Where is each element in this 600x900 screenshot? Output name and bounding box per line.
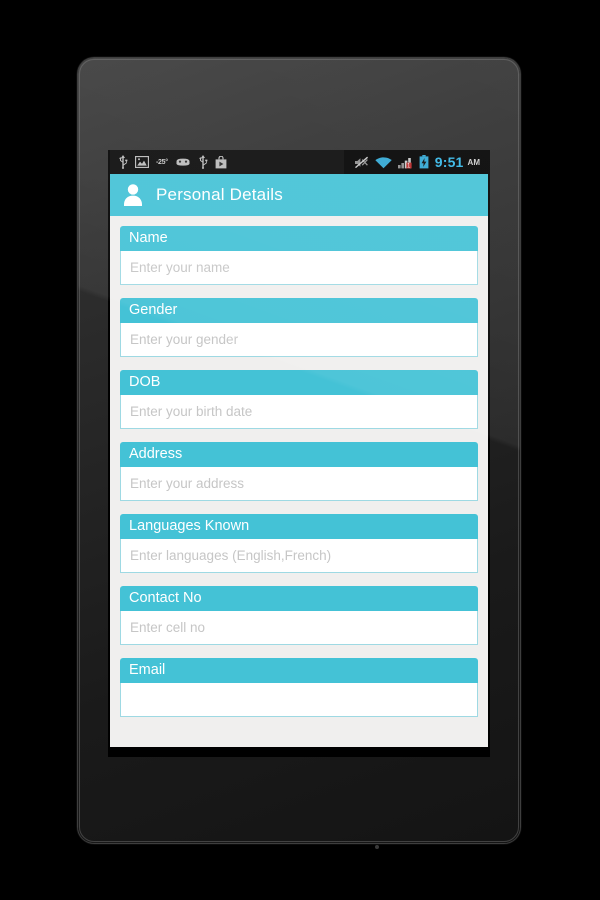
play-store-icon <box>215 155 227 168</box>
field-label: Languages Known <box>120 514 478 539</box>
usb-icon <box>199 155 208 169</box>
action-bar: Personal Details <box>110 174 488 216</box>
field-address: Address Enter your address <box>120 442 478 501</box>
status-bar-left-icons: -25° <box>110 155 344 169</box>
placeholder-text: Enter languages (English,French) <box>130 548 332 563</box>
field-languages-known: Languages Known Enter languages (English… <box>120 514 478 573</box>
name-input[interactable]: Enter your name <box>120 251 478 285</box>
field-label: Contact No <box>120 586 478 611</box>
field-label: Email <box>120 658 478 683</box>
field-contact-no: Contact No Enter cell no <box>120 586 478 645</box>
contact-no-input[interactable]: Enter cell no <box>120 611 478 645</box>
field-email: Email <box>120 658 478 717</box>
status-bar-clock: 9:51 <box>434 154 464 170</box>
person-icon <box>124 184 142 206</box>
temperature-icon: -25° <box>156 158 168 166</box>
field-gender: Gender Enter your gender <box>120 298 478 357</box>
notification-led <box>375 845 379 849</box>
usb-icon <box>119 155 128 169</box>
signal-bars-icon: 1 <box>397 157 412 169</box>
status-bar: -25° 1 9:51 AM <box>110 150 488 174</box>
field-name: Name Enter your name <box>120 226 478 285</box>
address-input[interactable]: Enter your address <box>120 467 478 501</box>
field-label: Address <box>120 442 478 467</box>
field-label: DOB <box>120 370 478 395</box>
android-debug-icon <box>176 158 190 166</box>
dob-input[interactable]: Enter your birth date <box>120 395 478 429</box>
status-bar-right-icons: 1 9:51 AM <box>343 150 488 174</box>
mute-icon <box>354 156 368 168</box>
placeholder-text: Enter cell no <box>130 620 206 635</box>
field-label: Gender <box>120 298 478 323</box>
placeholder-text: Enter your gender <box>130 332 239 347</box>
languages-known-input[interactable]: Enter languages (English,French) <box>120 539 478 573</box>
status-bar-meridiem: AM <box>467 157 480 167</box>
email-input[interactable] <box>120 683 478 717</box>
field-label: Name <box>120 226 478 251</box>
placeholder-text: Enter your name <box>130 260 230 275</box>
battery-charging-icon <box>419 155 429 169</box>
placeholder-text: Enter your birth date <box>130 404 253 419</box>
gender-input[interactable]: Enter your gender <box>120 323 478 357</box>
wifi-icon <box>375 156 392 168</box>
screenshot-canvas: -25° 1 9:51 AM Personal Details Name Ent… <box>0 0 600 900</box>
personal-details-form: Name Enter your name Gender Enter your g… <box>110 216 488 747</box>
page-title: Personal Details <box>156 185 283 204</box>
image-icon <box>135 156 149 168</box>
field-dob: DOB Enter your birth date <box>120 370 478 429</box>
placeholder-text: Enter your address <box>130 476 245 491</box>
device-screen: -25° 1 9:51 AM Personal Details Name Ent… <box>110 150 488 747</box>
